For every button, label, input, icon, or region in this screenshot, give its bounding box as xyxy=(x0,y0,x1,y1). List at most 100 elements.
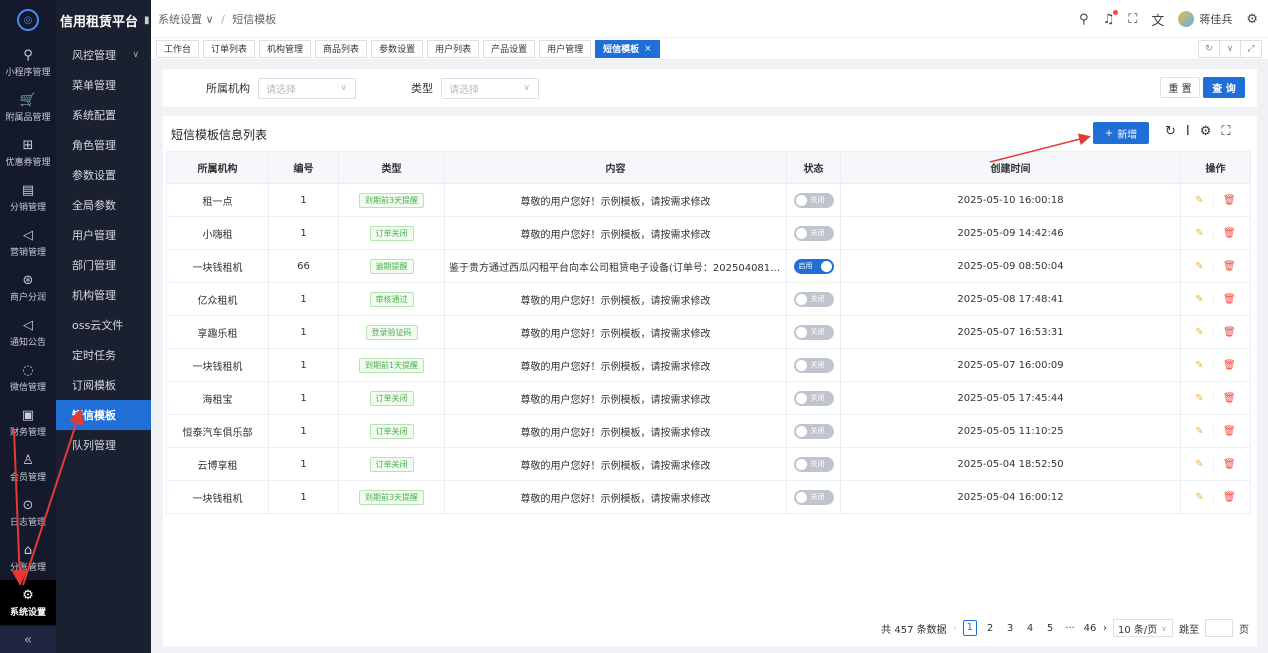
status-switch[interactable]: 关闭 xyxy=(793,324,834,340)
submenu-item-5[interactable]: 全局参数 xyxy=(56,190,151,220)
submenu-item-10[interactable]: 定时任务 xyxy=(56,340,151,370)
edit-icon[interactable]: ✎ xyxy=(1195,327,1203,338)
settings-icon[interactable]: ⚙ xyxy=(1246,12,1258,27)
rail-item-12[interactable]: ⚙ 系统设置 xyxy=(0,580,56,625)
page-4[interactable]: 5 xyxy=(1043,623,1057,634)
rail-item-11[interactable]: ⌂ 分账管理 xyxy=(0,535,56,580)
tab-2[interactable]: 机构管理 xyxy=(259,39,312,58)
tab-7[interactable]: 用户管理 xyxy=(539,39,592,58)
delete-icon[interactable]: 🗑 xyxy=(1223,492,1236,503)
status-switch[interactable]: 关闭 xyxy=(793,423,834,439)
rail-item-3[interactable]: ▤ 分销管理 xyxy=(0,175,56,220)
tab-4[interactable]: 参数设置 xyxy=(371,39,424,58)
tab-5[interactable]: 用户列表 xyxy=(427,39,480,58)
expand-icon[interactable]: ⤢ xyxy=(1240,40,1262,58)
delete-icon[interactable]: 🗑 xyxy=(1223,393,1236,404)
refresh-icon[interactable]: ↻ xyxy=(1198,40,1220,58)
cell-content: 尊敬的用户您好！示例模板，请按需求修改 xyxy=(444,480,787,514)
rail-item-1[interactable]: 🛒 附属品管理 xyxy=(0,85,56,130)
tab-3[interactable]: 商品列表 xyxy=(315,39,368,58)
delete-icon[interactable]: 🗑 xyxy=(1223,360,1236,371)
submenu-item-6[interactable]: 用户管理 xyxy=(56,220,151,250)
edit-icon[interactable]: ✎ xyxy=(1195,393,1203,404)
add-button[interactable]: + 新增 xyxy=(1093,122,1149,144)
translate-icon[interactable]: 文 xyxy=(1151,10,1164,29)
submenu-item-12[interactable]: 短信模板 xyxy=(56,400,151,430)
tab-1[interactable]: 订单列表 xyxy=(203,39,256,58)
column-height-icon[interactable]: Ⅰ xyxy=(1186,124,1190,139)
page-6[interactable]: 46 xyxy=(1083,623,1097,634)
page-2[interactable]: 3 xyxy=(1003,623,1017,634)
tab-0[interactable]: 工作台 xyxy=(156,39,200,58)
prev-page[interactable]: ‹ xyxy=(953,623,957,634)
submenu-item-3[interactable]: 角色管理 xyxy=(56,130,151,160)
edit-icon[interactable]: ✎ xyxy=(1195,492,1203,503)
rail-item-8[interactable]: ▣ 财务管理 xyxy=(0,400,56,445)
close-icon[interactable]: × xyxy=(644,44,652,54)
reset-button[interactable]: 重 置 xyxy=(1160,77,1200,98)
edit-icon[interactable]: ✎ xyxy=(1195,459,1203,470)
edit-icon[interactable]: ✎ xyxy=(1195,195,1203,206)
edit-icon[interactable]: ✎ xyxy=(1195,426,1203,437)
status-switch[interactable]: 关闭 xyxy=(793,456,834,472)
page-0[interactable]: 1 xyxy=(962,620,977,636)
refresh-icon[interactable]: ↻ xyxy=(1165,124,1176,139)
submenu-item-13[interactable]: 队列管理 xyxy=(56,430,151,460)
org-select[interactable]: 请选择 ∨ xyxy=(258,77,356,99)
delete-icon[interactable]: 🗑 xyxy=(1223,261,1236,272)
delete-icon[interactable]: 🗑 xyxy=(1223,327,1236,338)
page-5[interactable]: ··· xyxy=(1063,623,1077,634)
delete-icon[interactable]: 🗑 xyxy=(1223,426,1236,437)
status-switch[interactable]: 关闭 xyxy=(793,357,834,373)
rail-item-10[interactable]: ⊙ 日志管理 xyxy=(0,490,56,535)
status-switch[interactable]: 启用 xyxy=(793,258,834,274)
edit-icon[interactable]: ✎ xyxy=(1195,261,1203,272)
submenu-item-4[interactable]: 参数设置 xyxy=(56,160,151,190)
user-menu[interactable]: 蒋佳兵 xyxy=(1178,11,1232,27)
collapse-button[interactable]: « xyxy=(0,626,56,653)
query-button[interactable]: 查 询 xyxy=(1203,77,1245,98)
delete-icon[interactable]: 🗑 xyxy=(1223,228,1236,239)
submenu-item-1[interactable]: 菜单管理 xyxy=(56,70,151,100)
status-switch[interactable]: 关闭 xyxy=(793,390,834,406)
tab-8[interactable]: 短信模板 × xyxy=(595,39,660,58)
submenu-item-2[interactable]: 系统配置 xyxy=(56,100,151,130)
rail-item-9[interactable]: ♙ 会员管理 xyxy=(0,445,56,490)
status-switch[interactable]: 关闭 xyxy=(793,291,834,307)
rail-item-6[interactable]: ◁ 通知公告 xyxy=(0,310,56,355)
tab-6[interactable]: 产品设置 xyxy=(483,39,536,58)
delete-icon[interactable]: 🗑 xyxy=(1223,294,1236,305)
status-switch[interactable]: 关闭 xyxy=(793,225,834,241)
submenu-item-7[interactable]: 部门管理 xyxy=(56,250,151,280)
column-settings-icon[interactable]: ⚙ xyxy=(1200,124,1212,139)
rail-item-2[interactable]: ⊞ 优惠券管理 xyxy=(0,130,56,175)
delete-icon[interactable]: 🗑 xyxy=(1223,195,1236,206)
fullscreen-icon[interactable]: ⛶ xyxy=(1128,12,1137,27)
status-switch[interactable]: 关闭 xyxy=(793,192,834,208)
submenu-item-0[interactable]: 风控管理 ∨ xyxy=(56,40,151,70)
page-3[interactable]: 4 xyxy=(1023,623,1037,634)
type-select[interactable]: 请选择 ∨ xyxy=(441,77,539,99)
breadcrumb-system[interactable]: 系统设置 xyxy=(158,13,202,26)
submenu-item-11[interactable]: 订阅模板 xyxy=(56,370,151,400)
bell-icon[interactable]: ♫ xyxy=(1103,9,1119,27)
next-page[interactable]: › xyxy=(1103,623,1107,634)
delete-icon[interactable]: 🗑 xyxy=(1223,459,1236,470)
edit-icon[interactable]: ✎ xyxy=(1195,360,1203,371)
chevron-down-icon[interactable]: ∨ xyxy=(1219,40,1241,58)
submenu-item-8[interactable]: 机构管理 xyxy=(56,280,151,310)
rail-item-4[interactable]: ◁ 营销管理 xyxy=(0,220,56,265)
jump-input[interactable] xyxy=(1205,619,1233,637)
pin-icon[interactable]: ▮ xyxy=(144,15,150,26)
edit-icon[interactable]: ✎ xyxy=(1195,294,1203,305)
rail-item-7[interactable]: ◌ 微信管理 xyxy=(0,355,56,400)
status-switch[interactable]: 关闭 xyxy=(793,489,834,505)
rail-item-5[interactable]: ⊛ 商户分润 xyxy=(0,265,56,310)
edit-icon[interactable]: ✎ xyxy=(1195,228,1203,239)
page-1[interactable]: 2 xyxy=(983,623,997,634)
submenu-item-9[interactable]: oss云文件 xyxy=(56,310,151,340)
fullscreen-icon[interactable]: ⛶ xyxy=(1221,124,1230,139)
search-icon[interactable]: ⚲ xyxy=(1079,12,1089,27)
page-size-select[interactable]: 10 条/页 ∨ xyxy=(1113,619,1173,637)
rail-item-0[interactable]: ⚲ 小程序管理 xyxy=(0,40,56,85)
